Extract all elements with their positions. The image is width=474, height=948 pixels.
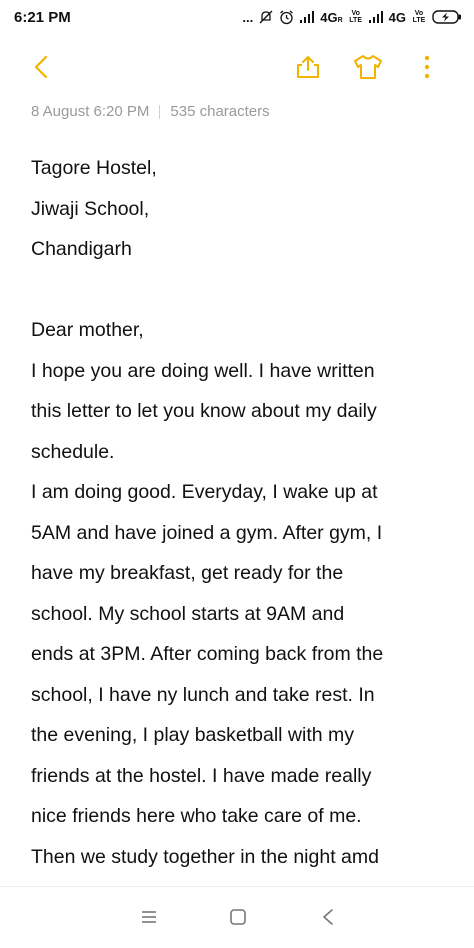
address-line: Chandigarh — [31, 238, 132, 260]
menu-icon — [142, 911, 156, 923]
dnd-off-icon — [259, 10, 273, 24]
body-line: ends at 3PM. After coming back from the — [31, 643, 384, 665]
volte-badge-2: Vo LTE — [412, 10, 426, 24]
body-line: have my breakfast, get ready for the — [31, 562, 344, 584]
address-line: Tagore Hostel, — [31, 157, 157, 179]
body-line: friends at the hostel. I have made reall… — [31, 764, 372, 787]
share-button[interactable] — [291, 50, 325, 84]
home-square-icon — [230, 909, 246, 925]
more-button[interactable] — [410, 50, 444, 84]
recents-button[interactable] — [137, 905, 161, 929]
more-vertical-icon — [424, 55, 430, 79]
body-line: school, I have ny lunch and take rest. I… — [31, 683, 375, 706]
body-line: I hope you are doing well. I have writte… — [31, 359, 375, 382]
volte-badge-1: Vo LTE — [349, 10, 362, 24]
battery-charging-icon — [432, 10, 461, 24]
back-button[interactable] — [24, 50, 58, 84]
theme-button[interactable] — [351, 50, 385, 84]
nav-back-button[interactable] — [316, 905, 340, 929]
body-line: the evening, I play basketball with my — [31, 724, 355, 746]
back-chevron-icon — [34, 55, 48, 79]
address-line: Jiwaji School, — [31, 197, 150, 220]
network-type-2: 4G — [388, 9, 406, 25]
body-line: Then we study together in the night amd — [31, 845, 379, 868]
note-meta: 8 August 6:20 PM 535 characters — [31, 103, 270, 120]
share-icon — [297, 56, 319, 78]
signal-icon-2 — [368, 11, 383, 23]
network-type-1: 4GR — [320, 9, 343, 25]
meta-divider — [159, 104, 161, 119]
back-triangle-icon — [323, 909, 333, 925]
tshirt-icon — [354, 55, 382, 79]
body-line: school. My school starts at 9AM and — [31, 602, 345, 625]
note-char-count: 535 characters — [170, 103, 270, 120]
body-line: 5AM and have joined a gym. After gym, I — [31, 521, 383, 544]
signal-icon — [300, 11, 315, 23]
note-toolbar — [0, 44, 474, 88]
status-icons: ... 4GR Vo LTE 4G Vo LTE — [242, 10, 462, 25]
status-bar: 6:21 PM ... 4GR Vo LTE 4G Vo LTE — [0, 0, 474, 34]
body-line: I am doing good. Everyday, I wake up at — [31, 481, 378, 503]
status-time: 6:21 PM — [14, 8, 71, 26]
body-line: Dear mother, — [31, 319, 144, 341]
body-line: this letter to let you know about my dai… — [31, 400, 377, 422]
alarm-icon — [280, 9, 294, 24]
notification-dots: ... — [242, 9, 254, 25]
home-button[interactable] — [226, 905, 250, 929]
body-line: schedule. — [31, 440, 115, 463]
system-nav-bar — [0, 886, 474, 948]
body-line: nice friends here who take care of me. — [31, 805, 362, 827]
note-date: 8 August 6:20 PM — [31, 103, 150, 120]
note-content-editor[interactable]: Tagore Hostel, Jiwaji School, Chandigarh… — [31, 148, 456, 877]
